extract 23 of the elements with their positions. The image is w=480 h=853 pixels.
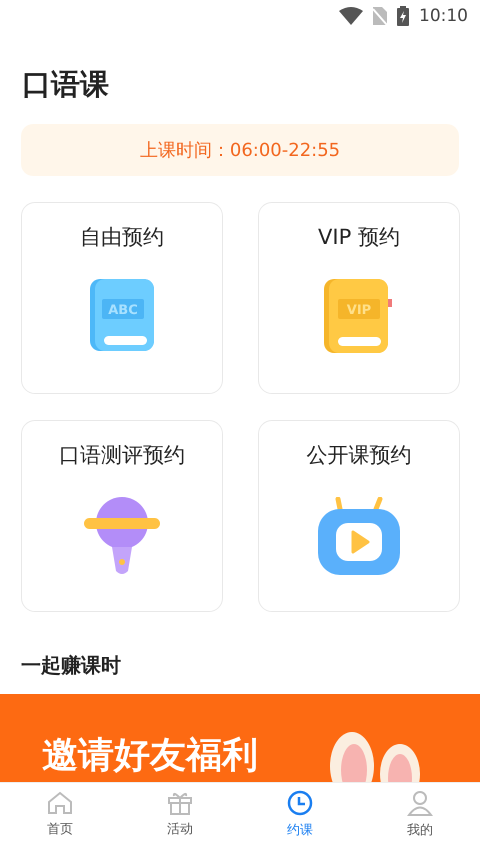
battery-icon xyxy=(397,6,409,26)
gift-icon xyxy=(167,791,193,815)
banner-title: 邀请好友福利 xyxy=(42,734,258,778)
booking-card[interactable]: 公开课预约 xyxy=(258,420,460,612)
person-icon xyxy=(407,790,433,816)
tv-icon xyxy=(318,497,400,575)
book-icon: ABC xyxy=(90,279,154,351)
booking-card[interactable]: 自由预约 ABC xyxy=(21,202,223,394)
nav-tab[interactable]: 约课 xyxy=(240,783,360,846)
microphone-icon xyxy=(84,497,160,575)
booking-card[interactable]: VIP 预约 VIP xyxy=(258,202,460,394)
booking-card[interactable]: 口语测评预约 xyxy=(21,420,223,612)
clock-icon xyxy=(287,790,313,816)
nav-tab[interactable]: 首页 xyxy=(0,783,120,846)
status-time: 10:10 xyxy=(419,6,468,26)
schedule-banner: 上课时间：06:00-22:55 xyxy=(21,124,459,176)
home-icon xyxy=(47,791,73,815)
nav-tab[interactable]: 活动 xyxy=(120,783,240,846)
page-title: 口语课 xyxy=(22,66,110,103)
section-title: 一起赚课时 xyxy=(21,652,122,679)
wifi-icon xyxy=(339,7,363,25)
no-sim-icon xyxy=(373,7,387,25)
nav-tab[interactable]: 我的 xyxy=(360,783,480,846)
